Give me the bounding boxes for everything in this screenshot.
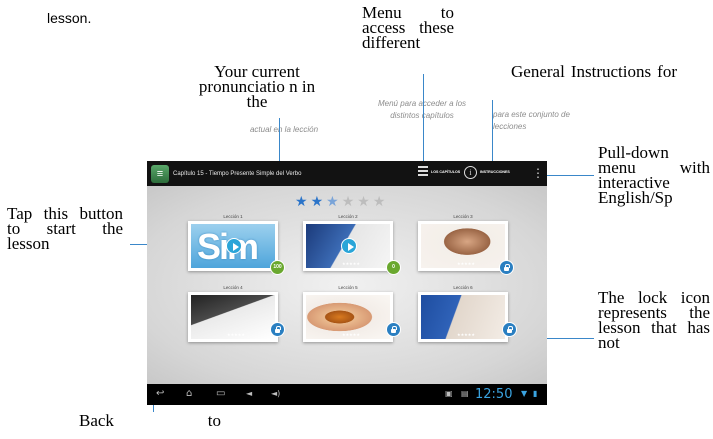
system-nav-bar: ↩ ⌂ ▭ ◄ ◄) ▣ ▤ 12:50 ▼ ▮ <box>147 384 547 405</box>
lesson-name: Lección 1 <box>223 214 243 219</box>
thumb-stars: ★★★★★ <box>342 332 360 337</box>
leader-line-menu <box>423 74 424 164</box>
wifi-icon: ▼ <box>521 389 528 398</box>
chapters-menu-button[interactable]: LOS CAPÍTULOS <box>431 170 460 174</box>
lesson-thumbnail[interactable]: ★★★★★ <box>303 221 393 271</box>
lesson-card-1[interactable]: Lección 1 Sim 100 <box>188 213 285 275</box>
lesson-thumbnail[interactable]: Sim <box>188 221 278 271</box>
note-instructions: para este conjunto de lecciones <box>493 110 570 131</box>
leader-line-instructions <box>492 100 493 164</box>
lock-icon <box>270 322 285 337</box>
note-menu-chapters: Menú para acceder a los distintos capítu… <box>377 99 467 120</box>
score-badge: 100 <box>270 260 285 275</box>
notification-icon[interactable]: ▣ <box>445 388 453 400</box>
thumb-stars: ★★★★★ <box>342 261 360 266</box>
callout-pulldown-menu: Pull-down menu with interactive English/… <box>598 145 710 207</box>
lesson-card-4[interactable]: Lección 4 ★★★★★ <box>188 284 285 342</box>
callout-pronunciation: Your current pronunciatio n in the <box>198 64 316 111</box>
star-empty-icon: ★ <box>372 194 386 210</box>
home-icon[interactable]: ⌂ <box>186 388 192 400</box>
app-logo-icon: ≡ <box>151 164 169 183</box>
play-icon[interactable] <box>226 238 242 254</box>
lesson-name: Lección 4 <box>223 285 243 290</box>
lock-icon <box>502 322 517 337</box>
callout-general-instructions: General Instructions for <box>511 64 677 81</box>
lesson-card-3[interactable]: Lección 3 ★★★★★ <box>418 213 514 275</box>
more-vert-icon[interactable]: ⋮ <box>532 167 544 181</box>
star-empty-icon: ★ <box>357 194 370 210</box>
lesson-name: Lección 6 <box>453 285 473 290</box>
lesson-card-2[interactable]: Lección 2 ★★★★★ 0 <box>303 213 401 275</box>
star-full-icon: ★ <box>310 194 324 210</box>
action-bar: ≡ Capítulo 15 - Tiempo Presente Simple d… <box>147 161 547 186</box>
note-actual-lesson: actual en la lección <box>249 125 319 134</box>
screenshot-icon[interactable]: ▤ <box>461 388 469 400</box>
lessons-panel: ★ ★ ★ ★ ★ ★ Lección 1 Sim 100 Lección 2 … <box>147 186 547 384</box>
lesson-card-5[interactable]: Lección 5 ★★★★★ <box>303 284 401 342</box>
thumb-stars: ★★★★★ <box>227 332 245 337</box>
callout-lesson: lesson. <box>47 11 92 26</box>
tablet-screen: ≡ Capítulo 15 - Tiempo Presente Simple d… <box>147 161 547 405</box>
thumb-stars: ★★★★★ <box>457 261 475 266</box>
star-empty-icon: ★ <box>341 194 355 210</box>
lesson-thumbnail[interactable]: ★★★★★ <box>418 221 508 271</box>
star-full-icon: ★ <box>295 194 308 210</box>
lesson-name: Lección 3 <box>453 214 473 219</box>
back-icon[interactable]: ↩ <box>156 388 164 400</box>
rating-stars: ★ ★ ★ ★ ★ ★ <box>295 195 385 209</box>
lesson-thumbnail[interactable]: ★★★★★ <box>303 292 393 342</box>
star-half-icon: ★ <box>326 194 339 210</box>
lock-icon <box>499 260 514 275</box>
lesson-name: Lección 2 <box>338 214 358 219</box>
volume-down-icon[interactable]: ◄ <box>246 388 252 400</box>
thumb-stars: ★★★★★ <box>457 332 475 337</box>
info-icon[interactable]: i <box>464 166 477 179</box>
callout-lock-icon: The lock icon represents the lesson that… <box>598 290 710 352</box>
volume-up-icon[interactable]: ◄) <box>271 388 280 400</box>
instructions-button[interactable]: INSTRUCCIONES <box>480 170 510 174</box>
chapters-menu-icon[interactable] <box>418 166 428 180</box>
battery-icon: ▮ <box>533 389 538 398</box>
callout-menu: Menu to access these different <box>362 5 454 52</box>
status-clock: 12:50 <box>475 387 513 402</box>
lesson-thumbnail[interactable]: ★★★★★ <box>188 292 278 342</box>
lesson-name: Lección 5 <box>338 285 358 290</box>
lock-icon <box>386 322 401 337</box>
callout-back: Back to <box>79 413 221 430</box>
lesson-thumbnail[interactable]: ★★★★★ <box>418 292 508 342</box>
score-badge: 0 <box>386 260 401 275</box>
play-icon[interactable] <box>341 238 357 254</box>
lesson-card-6[interactable]: Lección 6 ★★★★★ <box>418 284 517 342</box>
chapter-title: Capítulo 15 - Tiempo Presente Simple del… <box>173 170 302 177</box>
callout-tap-button: Tap this button to start the lesson <box>7 206 123 253</box>
recent-apps-icon[interactable]: ▭ <box>216 388 225 400</box>
